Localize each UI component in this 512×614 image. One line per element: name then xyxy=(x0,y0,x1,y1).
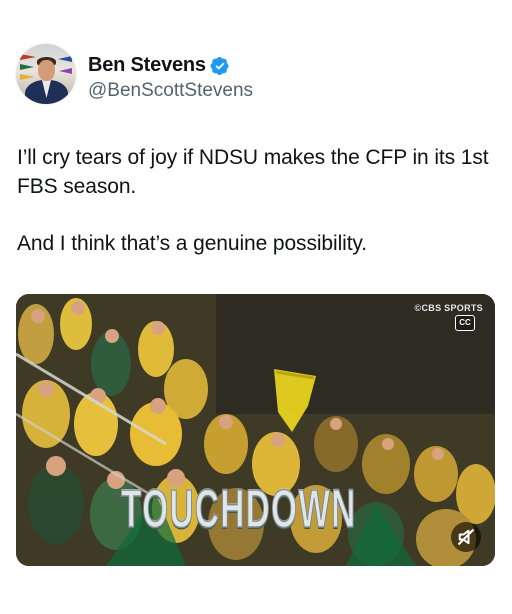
avatar[interactable] xyxy=(16,44,76,104)
tweet-header: Ben Stevens @BenScottStevens xyxy=(16,44,253,104)
author-handle[interactable]: @BenScottStevens xyxy=(88,80,253,102)
pennant-decoration xyxy=(20,74,35,80)
touchdown-overlay: TOUCHDOWN xyxy=(121,478,357,540)
closed-captions-icon[interactable]: CC xyxy=(455,315,475,331)
tweet-paragraph: And I think that’s a genuine possibility… xyxy=(17,232,368,255)
pennant-decoration xyxy=(58,56,72,62)
author-names: Ben Stevens @BenScottStevens xyxy=(88,44,253,102)
muted-speaker-icon xyxy=(457,528,475,546)
mute-button[interactable] xyxy=(451,522,481,552)
pennant-decoration xyxy=(20,64,34,70)
cbs-sports-watermark: ©CBS SPORTS xyxy=(414,303,483,313)
display-name[interactable]: Ben Stevens xyxy=(88,54,206,77)
display-name-row: Ben Stevens xyxy=(88,54,253,77)
tweet-text: I’ll cry tears of joy if NDSU makes the … xyxy=(17,143,501,258)
avatar-face xyxy=(38,60,55,81)
tweet-paragraph: I’ll cry tears of joy if NDSU makes the … xyxy=(17,146,489,198)
video-player[interactable]: ©CBS SPORTS CC TOUCHDOWN xyxy=(16,294,495,566)
pennant-decoration xyxy=(20,54,36,60)
pennant-decoration xyxy=(59,68,72,74)
verified-badge-icon[interactable] xyxy=(210,56,230,76)
